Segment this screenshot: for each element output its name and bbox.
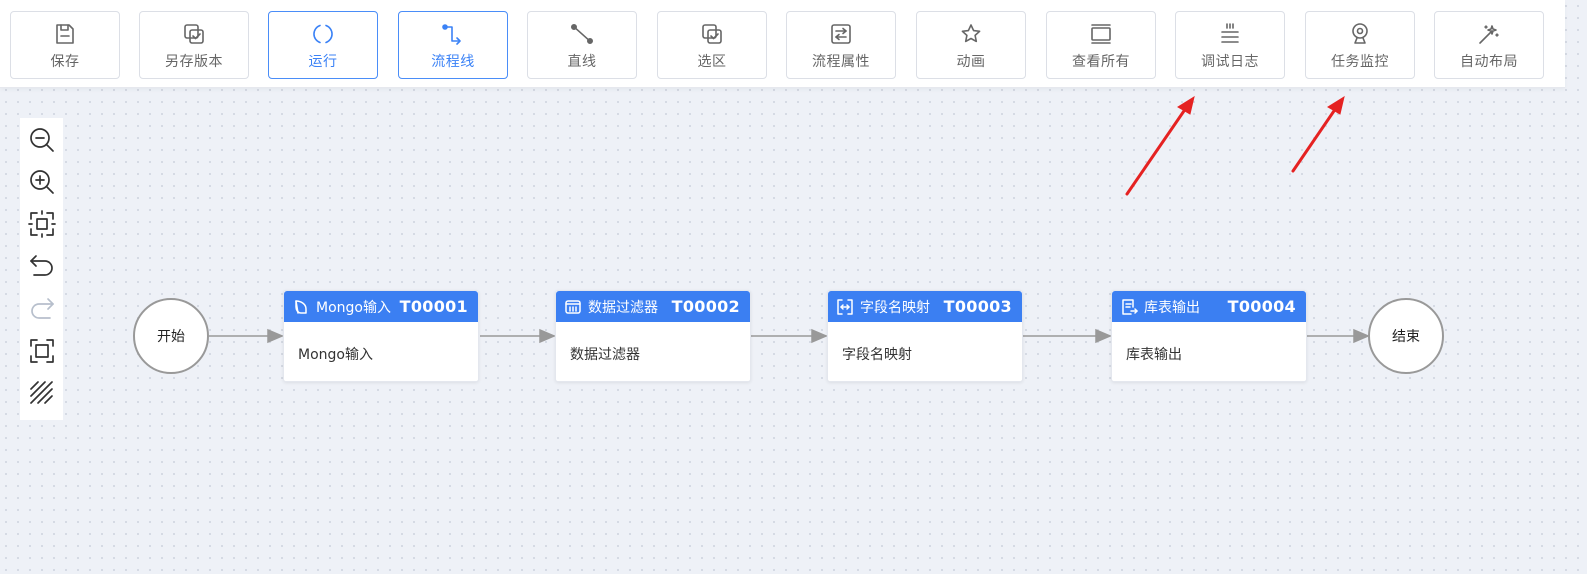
edge-arrowhead <box>539 328 556 344</box>
task-node-id: T00003 <box>943 297 1012 316</box>
canvas-tools <box>20 118 63 420</box>
start-node[interactable]: 开始 <box>133 298 209 374</box>
task-node-table-output[interactable]: 库表输出 T00004 库表输出 <box>1111 290 1307 382</box>
grid-toggle-button[interactable] <box>26 378 58 409</box>
run-button[interactable]: 运行 <box>268 11 378 79</box>
grid-toggle-icon <box>29 381 53 405</box>
auto-layout-icon <box>1476 21 1502 47</box>
selection-button-label: 选区 <box>697 54 727 70</box>
save-version-button-label: 另存版本 <box>165 54 223 70</box>
run-button-label: 运行 <box>308 54 338 70</box>
animation-button-label: 动画 <box>956 54 986 70</box>
save-button[interactable]: 保存 <box>10 11 120 79</box>
animation-button[interactable]: 动画 <box>916 11 1026 79</box>
selection-button[interactable]: 选区 <box>657 11 767 79</box>
fullscreen-button[interactable] <box>26 335 58 366</box>
view-all-button[interactable]: 查看所有 <box>1046 11 1156 79</box>
mongo-icon <box>292 298 310 316</box>
task-node-body: Mongo输入 <box>298 347 373 363</box>
task-node-title: 库表输出 <box>1144 299 1200 316</box>
annotation-arrowhead <box>1327 95 1345 115</box>
task-node-id: T00002 <box>671 297 740 316</box>
save-icon <box>52 21 78 47</box>
save-version-button[interactable]: 另存版本 <box>139 11 249 79</box>
save-button-label: 保存 <box>50 54 80 70</box>
undo-button[interactable] <box>26 251 58 282</box>
view-all-icon <box>1088 21 1114 47</box>
task-node-id: T00004 <box>1227 297 1296 316</box>
zoom-in-button[interactable] <box>26 166 58 197</box>
edge-arrowhead <box>811 328 828 344</box>
straight-line-button[interactable]: 直线 <box>527 11 637 79</box>
debug-log-button[interactable]: 调试日志 <box>1175 11 1285 79</box>
field-mapping-icon <box>836 298 854 316</box>
filter-icon <box>564 298 582 316</box>
redo-button[interactable] <box>26 293 58 324</box>
animation-icon <box>958 21 984 47</box>
zoom-out-icon <box>29 127 54 152</box>
selection-icon <box>699 21 725 47</box>
straight-line-icon <box>569 21 595 47</box>
debug-log-button-label: 调试日志 <box>1201 54 1259 70</box>
annotation-arrow-task-monitor <box>1291 106 1338 173</box>
flow-properties-button[interactable]: 流程属性 <box>786 11 896 79</box>
task-monitor-button-label: 任务监控 <box>1331 54 1389 70</box>
save-version-icon <box>181 21 207 47</box>
task-node-body: 库表输出 <box>1126 347 1182 363</box>
start-node-label: 开始 <box>157 329 185 345</box>
edge-arrowhead <box>1095 328 1112 344</box>
flow-line-button-label: 流程线 <box>431 54 475 70</box>
undo-icon <box>29 255 53 277</box>
view-all-button-label: 查看所有 <box>1072 54 1130 70</box>
run-icon <box>310 21 336 47</box>
flow-properties-icon <box>828 21 854 47</box>
end-node[interactable]: 结束 <box>1368 298 1444 374</box>
flow-properties-button-label: 流程属性 <box>812 54 870 70</box>
end-node-label: 结束 <box>1392 329 1420 345</box>
fit-view-button[interactable] <box>26 209 58 240</box>
task-monitor-icon <box>1347 21 1373 47</box>
task-node-data-filter[interactable]: 数据过滤器 T00002 数据过滤器 <box>555 290 751 382</box>
edge-arrowhead <box>1353 328 1370 344</box>
fullscreen-icon <box>29 339 54 363</box>
task-node-id: T00001 <box>399 297 468 316</box>
flow-line-button[interactable]: 流程线 <box>398 11 508 79</box>
task-node-header: 库表输出 T00004 <box>1112 291 1306 322</box>
task-node-header: Mongo输入 T00001 <box>284 291 478 322</box>
task-node-body: 字段名映射 <box>842 347 912 363</box>
annotation-arrowhead <box>1177 95 1195 115</box>
auto-layout-button-label: 自动布局 <box>1460 54 1518 70</box>
debug-log-icon <box>1217 21 1243 47</box>
zoom-out-button[interactable] <box>26 124 58 155</box>
toolbar: 保存 另存版本 运行 流程线 直线 选区 流程属性 动画 查看所有 调试日志 任… <box>0 0 1565 88</box>
task-node-title: 字段名映射 <box>860 299 930 316</box>
task-node-field-mapping[interactable]: 字段名映射 T00003 字段名映射 <box>827 290 1023 382</box>
task-node-title: 数据过滤器 <box>588 299 658 316</box>
task-node-header: 数据过滤器 T00002 <box>556 291 750 322</box>
auto-layout-button[interactable]: 自动布局 <box>1434 11 1544 79</box>
zoom-in-icon <box>29 170 54 194</box>
flow-line-icon <box>440 21 466 47</box>
annotation-arrow-debug-log <box>1125 106 1188 196</box>
task-monitor-button[interactable]: 任务监控 <box>1305 11 1415 79</box>
task-node-header: 字段名映射 T00003 <box>828 291 1022 322</box>
task-node-mongo-input[interactable]: Mongo输入 T00001 Mongo输入 <box>283 290 479 382</box>
task-node-title: Mongo输入 <box>316 299 391 316</box>
redo-icon <box>30 297 54 319</box>
task-node-body: 数据过滤器 <box>570 347 640 363</box>
edge-arrowhead <box>267 328 284 344</box>
fit-view-icon <box>27 210 56 239</box>
straight-line-button-label: 直线 <box>567 54 597 70</box>
table-output-icon <box>1120 298 1138 316</box>
